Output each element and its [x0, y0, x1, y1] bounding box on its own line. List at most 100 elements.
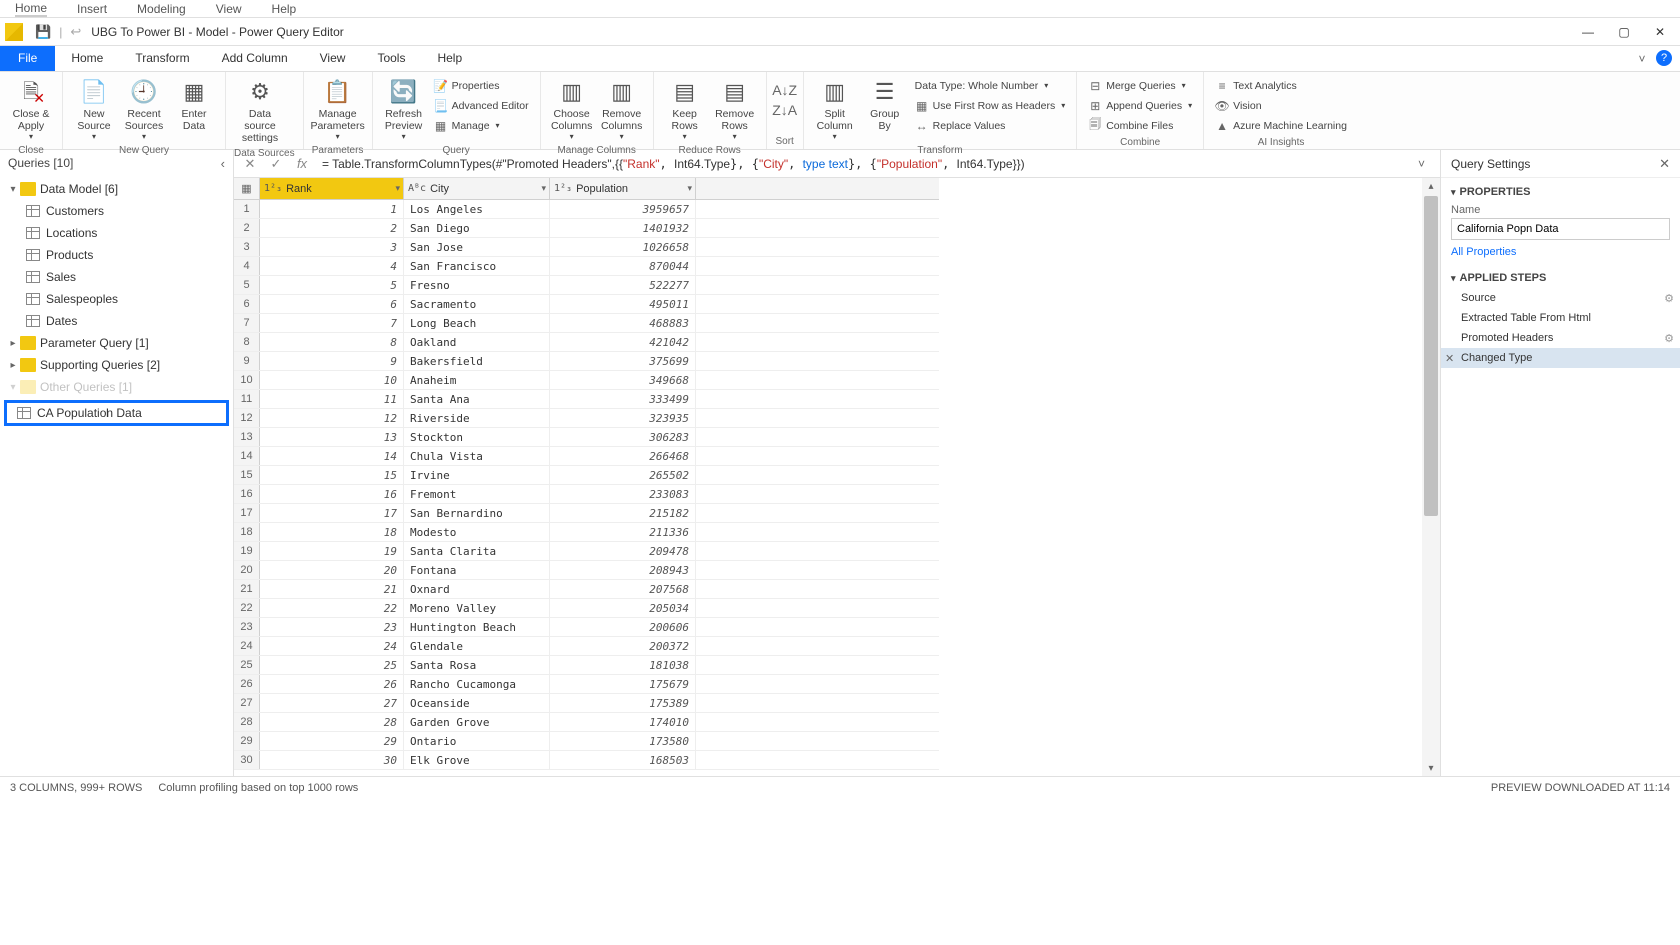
table-row[interactable]: 2727Oceanside175389 — [234, 694, 939, 713]
table-row[interactable]: 1414Chula Vista266468 — [234, 447, 939, 466]
cell-rank[interactable]: 27 — [260, 694, 404, 712]
cell-city[interactable]: Santa Rosa — [404, 656, 550, 674]
column-header-rank[interactable]: 1²₃Rank▾ — [260, 178, 404, 199]
host-tab-view[interactable]: View — [216, 2, 242, 16]
cell-population[interactable]: 1026658 — [550, 238, 696, 256]
query-name-input[interactable] — [1451, 218, 1670, 240]
formula-expand-icon[interactable]: ˅ — [1418, 157, 1436, 171]
scroll-down-icon[interactable]: ▾ — [1422, 760, 1440, 776]
save-icon[interactable]: 💾 — [35, 24, 51, 40]
cell-rank[interactable]: 17 — [260, 504, 404, 522]
table-row[interactable]: 2929Ontario173580 — [234, 732, 939, 751]
cell-population[interactable]: 175679 — [550, 675, 696, 693]
cell-city[interactable]: Ontario — [404, 732, 550, 750]
query-salespeoples[interactable]: Salespeoples — [0, 288, 233, 310]
cell-city[interactable]: Oxnard — [404, 580, 550, 598]
tab-add-column[interactable]: Add Column — [206, 46, 304, 71]
cell-rank[interactable]: 24 — [260, 637, 404, 655]
delete-step-icon[interactable]: ✕ — [1445, 352, 1454, 365]
maximize-button[interactable]: ▢ — [1609, 22, 1639, 42]
folder-other-queries[interactable]: ▾Other Queries [1] — [0, 376, 233, 398]
cell-rank[interactable]: 2 — [260, 219, 404, 237]
cell-population[interactable]: 168503 — [550, 751, 696, 769]
manage-parameters-button[interactable]: 📋Manage Parameters▾ — [312, 76, 364, 143]
azure-ml-button[interactable]: ▲Azure Machine Learning — [1212, 116, 1350, 135]
table-row[interactable]: 77Long Beach468883 — [234, 314, 939, 333]
query-products[interactable]: Products — [0, 244, 233, 266]
cell-rank[interactable]: 22 — [260, 599, 404, 617]
table-row[interactable]: 99Bakersfield375699 — [234, 352, 939, 371]
table-row[interactable]: 2525Santa Rosa181038 — [234, 656, 939, 675]
cell-city[interactable]: Oceanside — [404, 694, 550, 712]
table-row[interactable]: 1010Anaheim349668 — [234, 371, 939, 390]
host-tab-home[interactable]: Home — [15, 1, 47, 17]
cell-rank[interactable]: 15 — [260, 466, 404, 484]
close-apply-button[interactable]: 🗎 ✕ Close & Apply ▾ — [8, 76, 54, 143]
cell-city[interactable]: Garden Grove — [404, 713, 550, 731]
cell-rank[interactable]: 3 — [260, 238, 404, 256]
cell-rank[interactable]: 8 — [260, 333, 404, 351]
close-window-button[interactable]: ✕ — [1645, 22, 1675, 42]
cell-rank[interactable]: 23 — [260, 618, 404, 636]
cell-city[interactable]: Moreno Valley — [404, 599, 550, 617]
tab-transform[interactable]: Transform — [119, 46, 205, 71]
filter-dropdown-icon[interactable]: ▾ — [687, 183, 692, 194]
cell-population[interactable]: 265502 — [550, 466, 696, 484]
cell-population[interactable]: 333499 — [550, 390, 696, 408]
tab-view[interactable]: View — [304, 46, 362, 71]
cell-population[interactable]: 421042 — [550, 333, 696, 351]
cell-city[interactable]: Anaheim — [404, 371, 550, 389]
tab-home[interactable]: Home — [55, 46, 119, 71]
cell-population[interactable]: 173580 — [550, 732, 696, 750]
table-row[interactable]: 3030Elk Grove168503 — [234, 751, 939, 770]
tab-tools[interactable]: Tools — [361, 46, 421, 71]
cell-population[interactable]: 1401932 — [550, 219, 696, 237]
cell-rank[interactable]: 10 — [260, 371, 404, 389]
cell-population[interactable]: 215182 — [550, 504, 696, 522]
close-panel-icon[interactable]: ✕ — [1659, 156, 1670, 172]
remove-columns-button[interactable]: ▥Remove Columns▾ — [599, 76, 645, 143]
cell-population[interactable]: 349668 — [550, 371, 696, 389]
folder-supporting-queries[interactable]: ▸Supporting Queries [2] — [0, 354, 233, 376]
combine-files-button[interactable]: 🗐Combine Files — [1085, 116, 1195, 135]
properties-section[interactable]: ▾PROPERTIES — [1441, 178, 1680, 202]
cell-city[interactable]: San Bernardino — [404, 504, 550, 522]
table-row[interactable]: 1919Santa Clarita209478 — [234, 542, 939, 561]
formula-fx-icon[interactable]: fx — [290, 153, 314, 175]
cell-rank[interactable]: 25 — [260, 656, 404, 674]
cell-rank[interactable]: 26 — [260, 675, 404, 693]
cell-rank[interactable]: 1 — [260, 200, 404, 218]
choose-columns-button[interactable]: ▥Choose Columns▾ — [549, 76, 595, 143]
query-sales[interactable]: Sales — [0, 266, 233, 288]
new-source-button[interactable]: 📄New Source▾ — [71, 76, 117, 143]
table-row[interactable]: 2323Huntington Beach200606 — [234, 618, 939, 637]
cell-population[interactable]: 3959657 — [550, 200, 696, 218]
cell-rank[interactable]: 18 — [260, 523, 404, 541]
cell-city[interactable]: Huntington Beach — [404, 618, 550, 636]
recent-sources-button[interactable]: 🕘Recent Sources▾ — [121, 76, 167, 143]
cell-city[interactable]: Chula Vista — [404, 447, 550, 465]
query-locations[interactable]: Locations — [0, 222, 233, 244]
cell-rank[interactable]: 12 — [260, 409, 404, 427]
table-row[interactable]: 2020Fontana208943 — [234, 561, 939, 580]
cell-city[interactable]: Elk Grove — [404, 751, 550, 769]
table-row[interactable]: 11Los Angeles3959657 — [234, 200, 939, 219]
grid-corner[interactable]: ▦ — [234, 178, 260, 199]
cell-population[interactable]: 870044 — [550, 257, 696, 275]
cell-rank[interactable]: 21 — [260, 580, 404, 598]
cell-population[interactable]: 233083 — [550, 485, 696, 503]
cell-city[interactable]: Oakland — [404, 333, 550, 351]
table-row[interactable]: 22San Diego1401932 — [234, 219, 939, 238]
cell-city[interactable]: Fontana — [404, 561, 550, 579]
cell-city[interactable]: Stockton — [404, 428, 550, 446]
sort-desc-button[interactable]: Z↓A — [775, 100, 795, 119]
cell-rank[interactable]: 5 — [260, 276, 404, 294]
formula-commit-icon[interactable]: ✓ — [264, 153, 288, 175]
cell-population[interactable]: 208943 — [550, 561, 696, 579]
cell-population[interactable]: 495011 — [550, 295, 696, 313]
collapse-panel-icon[interactable]: ‹ — [221, 156, 225, 171]
help-badge-icon[interactable]: ? — [1656, 50, 1672, 66]
cell-city[interactable]: San Diego — [404, 219, 550, 237]
data-type-dropdown[interactable]: Data Type: Whole Number▾ — [912, 76, 1069, 95]
cell-population[interactable]: 207568 — [550, 580, 696, 598]
